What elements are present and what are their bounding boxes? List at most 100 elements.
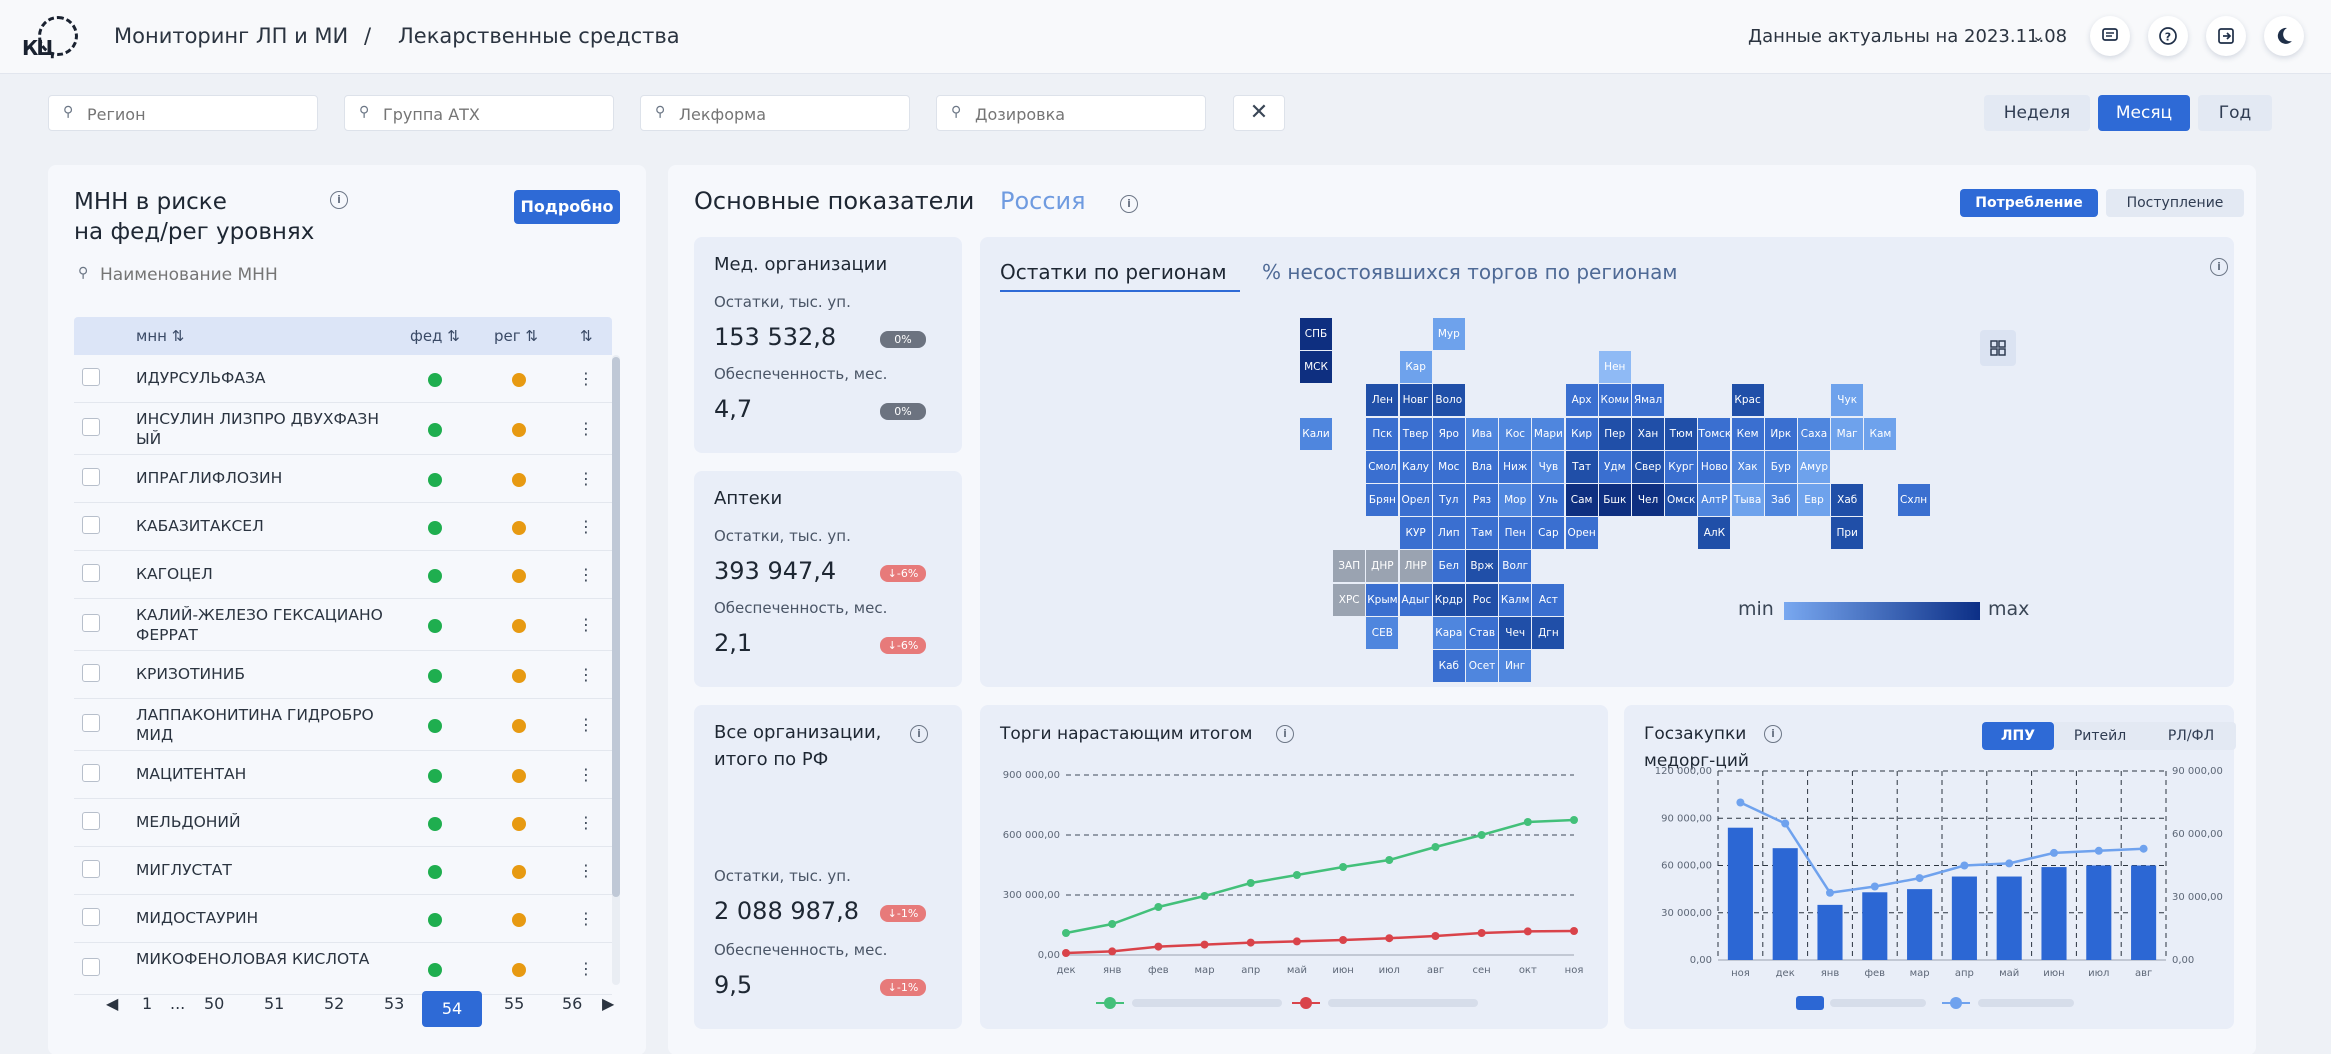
- region-tile[interactable]: Коми: [1598, 384, 1631, 417]
- col-fed-sort[interactable]: фед ⇅: [410, 327, 460, 345]
- data-actual-date[interactable]: Данные актуальны на 2023.11.08: [1748, 26, 2067, 47]
- row-checkbox[interactable]: [82, 860, 100, 878]
- pager-page[interactable]: 53: [384, 994, 404, 1013]
- pager-next-icon[interactable]: ▶: [602, 994, 614, 1013]
- mnn-search-input[interactable]: [100, 263, 600, 287]
- row-checkbox[interactable]: [82, 516, 100, 534]
- region-tile[interactable]: Амур: [1798, 450, 1830, 483]
- region-tile[interactable]: Саха: [1798, 417, 1830, 450]
- info-icon[interactable]: i: [910, 725, 928, 743]
- region-tile[interactable]: Тюм: [1665, 417, 1698, 450]
- row-checkbox[interactable]: [82, 664, 100, 682]
- region-tile[interactable]: Пск: [1366, 417, 1399, 450]
- region-tile[interactable]: Пен: [1499, 517, 1532, 550]
- region-tile[interactable]: Хаб: [1831, 484, 1864, 516]
- region-tile[interactable]: АлтР: [1698, 484, 1731, 516]
- region-tile[interactable]: Твер: [1399, 417, 1432, 450]
- row-checkbox[interactable]: [82, 614, 100, 632]
- region-tile[interactable]: ЛНР: [1399, 550, 1432, 583]
- col-mnn-sort[interactable]: мнн ⇅: [136, 327, 184, 345]
- region-tile[interactable]: Кург: [1665, 450, 1698, 483]
- pager-page[interactable]: 55: [504, 994, 524, 1013]
- tab-failed-tenders[interactable]: % несостоявшихся торгов по регионам: [1262, 260, 1678, 284]
- region-tile[interactable]: Лип: [1432, 517, 1465, 550]
- receipt-toggle[interactable]: Поступление: [2106, 189, 2244, 217]
- region-tile[interactable]: Каб: [1432, 650, 1465, 682]
- segment-retail[interactable]: Ритейл: [2054, 722, 2146, 750]
- region-tile[interactable]: Омск: [1665, 484, 1698, 516]
- region-tile[interactable]: Адыг: [1399, 583, 1432, 616]
- row-menu-icon[interactable]: ⋮: [578, 861, 594, 880]
- row-checkbox[interactable]: [82, 958, 100, 976]
- region-tile[interactable]: Кем: [1731, 417, 1764, 450]
- region-tile[interactable]: Крас: [1731, 384, 1764, 417]
- table-row[interactable]: КАБАЗИТАКСЕЛ ⋮: [74, 503, 612, 551]
- region-tile[interactable]: Арх: [1565, 384, 1598, 417]
- pager-page[interactable]: 52: [324, 994, 344, 1013]
- region-tile[interactable]: Томск: [1698, 417, 1731, 450]
- col-actions-sort[interactable]: ⇅: [580, 327, 593, 345]
- region-tile[interactable]: Лен: [1366, 384, 1399, 417]
- info-icon[interactable]: i: [1120, 195, 1138, 213]
- region-tile[interactable]: Ирк: [1764, 417, 1797, 450]
- period-month-button[interactable]: Месяц: [2098, 95, 2190, 131]
- region-tile[interactable]: ДНР: [1366, 550, 1399, 583]
- region-tile[interactable]: Нен: [1598, 351, 1631, 384]
- pager-page[interactable]: 50: [204, 994, 224, 1013]
- region-tile[interactable]: МСК: [1300, 351, 1332, 384]
- region-tile[interactable]: Инг: [1499, 650, 1532, 682]
- info-icon[interactable]: i: [330, 191, 348, 209]
- row-checkbox[interactable]: [82, 812, 100, 830]
- region-tile[interactable]: Там: [1466, 517, 1498, 550]
- region-tile[interactable]: Уль: [1532, 484, 1565, 516]
- region-tile[interactable]: Кос: [1499, 417, 1532, 450]
- row-checkbox[interactable]: [82, 714, 100, 732]
- region-tile[interactable]: Крдр: [1432, 583, 1465, 616]
- tab-stocks-by-region[interactable]: Остатки по регионам: [1000, 260, 1227, 284]
- row-menu-icon[interactable]: ⋮: [578, 909, 594, 928]
- region-tile[interactable]: Заб: [1764, 484, 1797, 516]
- region-tile[interactable]: Новг: [1399, 384, 1432, 417]
- table-row[interactable]: МИГЛУСТАТ ⋮: [74, 847, 612, 895]
- region-tile[interactable]: Вла: [1466, 450, 1498, 483]
- logout-icon[interactable]: [2206, 16, 2246, 56]
- logo[interactable]: КЦ: [18, 14, 78, 62]
- row-menu-icon[interactable]: ⋮: [578, 715, 594, 734]
- region-filter[interactable]: ⚲: [48, 95, 318, 131]
- region-tile[interactable]: Тат: [1565, 450, 1598, 483]
- region-tile[interactable]: Бел: [1432, 550, 1465, 583]
- dosage-filter[interactable]: ⚲: [936, 95, 1206, 131]
- dosage-input[interactable]: [975, 103, 1195, 125]
- pager-page[interactable]: 1: [142, 994, 152, 1013]
- region-tile[interactable]: Воло: [1432, 384, 1465, 417]
- region-tile[interactable]: Калу: [1399, 450, 1432, 483]
- region-tile[interactable]: При: [1831, 517, 1864, 550]
- table-row[interactable]: ИПРАГЛИФЛОЗИН ⋮: [74, 455, 612, 503]
- region-tile[interactable]: Хан: [1632, 417, 1664, 450]
- region-tile[interactable]: Сар: [1532, 517, 1565, 550]
- region-tile[interactable]: Бур: [1764, 450, 1797, 483]
- region-tile[interactable]: Ряз: [1466, 484, 1498, 516]
- table-row[interactable]: МАЦИТЕНТАН ⋮: [74, 751, 612, 799]
- region-tile[interactable]: Став: [1466, 616, 1498, 649]
- region-tile[interactable]: Крым: [1366, 583, 1399, 616]
- region-tile[interactable]: Схлн: [1897, 484, 1930, 516]
- region-tile[interactable]: Мос: [1432, 450, 1465, 483]
- region-tile[interactable]: ХРС: [1333, 583, 1366, 616]
- pager-page[interactable]: 51: [264, 994, 284, 1013]
- region-tile[interactable]: Врж: [1466, 550, 1498, 583]
- region-tile[interactable]: Ямал: [1632, 384, 1664, 417]
- info-icon[interactable]: i: [2210, 258, 2228, 276]
- consumption-toggle[interactable]: Потребление: [1960, 189, 2098, 217]
- region-tile[interactable]: Свер: [1632, 450, 1664, 483]
- row-checkbox[interactable]: [82, 764, 100, 782]
- region-tile[interactable]: Кир: [1565, 417, 1598, 450]
- table-row[interactable]: ИДУРСУЛЬФАЗА ⋮: [74, 355, 612, 403]
- region-tile[interactable]: Мур: [1432, 318, 1465, 350]
- row-menu-icon[interactable]: ⋮: [578, 665, 594, 684]
- row-menu-icon[interactable]: ⋮: [578, 369, 594, 388]
- region-tile[interactable]: Чук: [1831, 384, 1864, 417]
- help-icon[interactable]: ?: [2148, 16, 2188, 56]
- row-checkbox[interactable]: [82, 564, 100, 582]
- region-tile[interactable]: Калм: [1499, 583, 1532, 616]
